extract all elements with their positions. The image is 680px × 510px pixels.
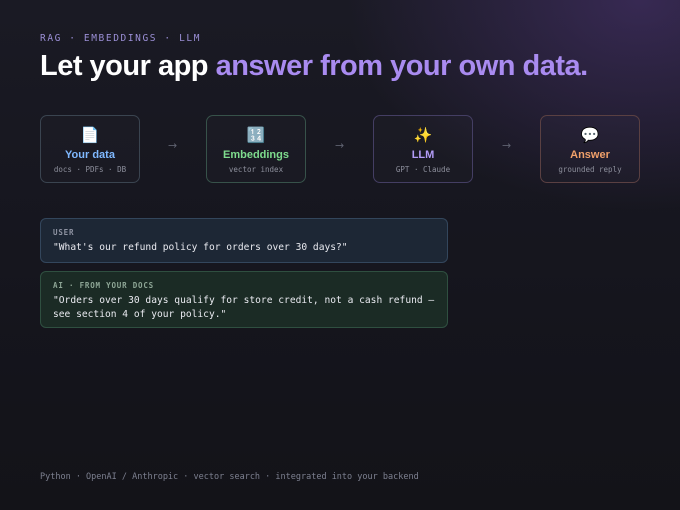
message-text: "Orders over 30 days qualify for store c… — [53, 295, 435, 320]
step-subtitle: docs · PDFs · DB — [53, 165, 127, 174]
eyebrow-tagline: RAG · EMBEDDINGS · LLM — [40, 33, 202, 44]
document-icon: 📄 — [80, 126, 100, 144]
step-title: Answer — [570, 149, 610, 161]
message-sender-label: USER — [53, 228, 75, 237]
step-subtitle: vector index — [228, 165, 284, 174]
step-title: Your data — [65, 149, 115, 161]
step-title: LLM — [411, 149, 435, 161]
pipeline-step-embeddings: 🔢 Embeddings vector index — [206, 115, 306, 183]
step-subtitle: grounded reply — [558, 165, 622, 174]
user-message-bubble: USER "What's our refund policy for order… — [40, 218, 448, 263]
arrow-right-icon: → — [168, 139, 178, 152]
speech-bubble-icon: 💬 — [580, 126, 600, 144]
pipeline-step-llm: ✨ LLM GPT · Claude — [373, 115, 473, 183]
pipeline-diagram: 📄 Your data docs · PDFs · DB → 🔢 Embeddi… — [40, 115, 640, 183]
pipeline-step-answer: 💬 Answer grounded reply — [540, 115, 640, 183]
step-subtitle: GPT · Claude — [395, 165, 451, 174]
message-sender-label: AI · FROM YOUR DOCS — [53, 281, 154, 290]
ai-message-bubble: AI · FROM YOUR DOCS "Orders over 30 days… — [40, 271, 448, 328]
numbers-icon: 🔢 — [246, 126, 266, 144]
pipeline-step-your-data: 📄 Your data docs · PDFs · DB — [40, 115, 140, 183]
arrow-right-icon: → — [502, 139, 512, 152]
tech-stack-footer: Python · OpenAI / Anthropic · vector sea… — [40, 472, 419, 482]
step-title: Embeddings — [222, 149, 289, 161]
page-title: Let your app answer from your own data. — [40, 50, 588, 83]
headline-accent: answer from your own data. — [215, 50, 589, 82]
arrow-right-icon: → — [335, 139, 345, 152]
headline-lead: Let your app — [40, 50, 209, 82]
sparkles-icon: ✨ — [413, 126, 433, 144]
message-text: "What's our refund policy for orders ove… — [53, 242, 348, 253]
